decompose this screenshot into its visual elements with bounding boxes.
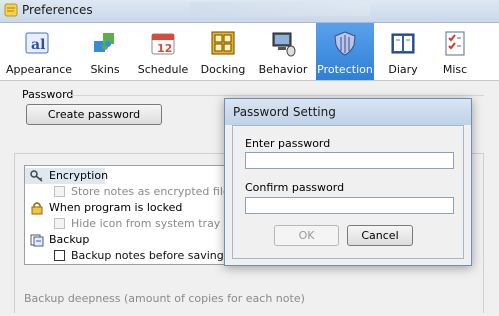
confirm-password-field[interactable] <box>245 197 454 214</box>
background-window-strip <box>190 2 370 16</box>
cancel-button[interactable]: Cancel <box>347 225 413 246</box>
tab-diary[interactable]: Diary <box>380 23 426 80</box>
password-setting-dialog: Password Setting Enter password Confirm … <box>224 98 472 266</box>
tab-protection[interactable]: Protection <box>316 23 374 80</box>
book-icon <box>391 33 415 54</box>
lock-icon <box>31 202 43 215</box>
window-titlebar: Preferences <box>0 0 499 23</box>
password-group-label: Password <box>22 88 74 101</box>
hide-icon-checkbox[interactable] <box>54 218 65 229</box>
tab-schedule[interactable]: 12 Schedule <box>136 23 190 80</box>
backup-icon <box>30 234 44 247</box>
enter-password-label: Enter password <box>245 137 331 150</box>
ok-button[interactable]: OK <box>274 225 339 246</box>
window-title: Preferences <box>22 3 93 17</box>
dialog-title: Password Setting <box>233 105 336 119</box>
font-a-icon: al <box>25 32 49 54</box>
list-item-hide-icon[interactable]: Hide icon from system tray <box>25 216 228 232</box>
enter-password-field[interactable] <box>245 152 454 169</box>
notes-app-icon <box>4 3 18 17</box>
checklist-icon <box>445 31 465 56</box>
list-item-when-locked[interactable]: When program is locked <box>25 200 228 216</box>
puzzle-icon <box>94 33 114 52</box>
calendar-icon: 12 <box>151 33 175 55</box>
confirm-password-label: Confirm password <box>245 181 345 194</box>
group-divider <box>70 95 484 96</box>
backup-deepness-label: Backup deepness (amount of copies for ea… <box>24 292 305 305</box>
list-item-backup[interactable]: Backup <box>25 232 228 248</box>
store-encrypted-checkbox[interactable] <box>54 186 65 197</box>
computer-mouse-icon <box>272 32 296 57</box>
list-item-store-encrypted[interactable]: Store notes as encrypted files <box>25 184 235 200</box>
create-password-button[interactable]: Create password <box>26 104 162 125</box>
preferences-toolbar: al Appearance Skins 12 Schedule Docking <box>0 23 499 81</box>
tab-skins[interactable]: Skins <box>80 23 130 80</box>
tab-appearance[interactable]: al Appearance <box>6 23 72 80</box>
dialog-body: Enter password Confirm password OK Cance… <box>232 125 464 259</box>
backup-before-saving-checkbox[interactable] <box>54 250 65 261</box>
tab-docking[interactable]: Docking <box>197 23 249 80</box>
list-item-backup-before-saving[interactable]: Backup notes before saving <box>25 248 228 264</box>
tab-misc[interactable]: Misc <box>432 23 478 80</box>
list-item-encryption[interactable]: Encryption <box>25 168 108 184</box>
key-icon <box>30 170 43 182</box>
tab-behavior[interactable]: Behavior <box>256 23 310 80</box>
svg-text:12: 12 <box>157 42 172 55</box>
shield-icon <box>334 31 356 56</box>
protection-options-list: Encryption Store notes as encrypted file… <box>24 165 235 265</box>
svg-text:al: al <box>31 37 45 53</box>
docking-grid-icon <box>211 31 235 55</box>
dialog-titlebar: Password Setting <box>225 99 471 125</box>
